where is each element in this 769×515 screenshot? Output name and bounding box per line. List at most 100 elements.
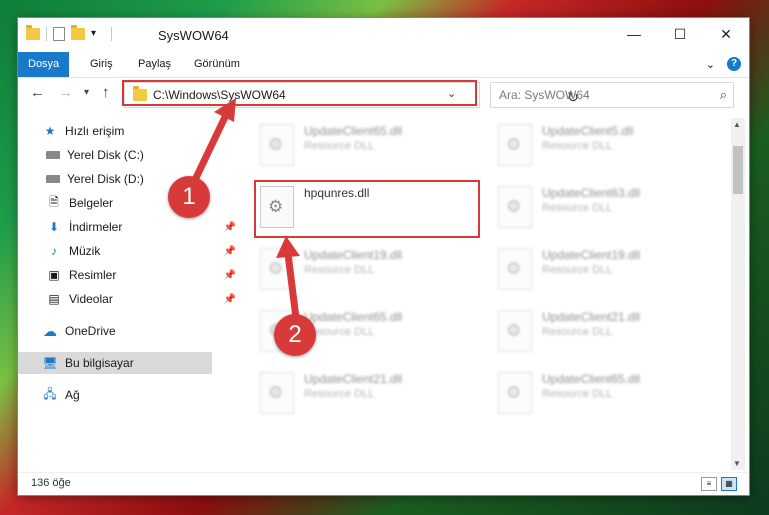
file-name: UpdateClient21.dll: [542, 310, 641, 324]
file-item[interactable]: UpdateClient21.dll Resource DLL: [492, 304, 712, 360]
help-icon[interactable]: ?: [727, 57, 741, 71]
title-bar: ▾ SysWOW64 — ☐ ✕: [18, 18, 749, 52]
computer-icon: 🖥: [42, 356, 58, 370]
file-name: UpdateClient65.dll: [542, 372, 641, 386]
drive-icon: [46, 151, 60, 159]
music-icon: ♪: [51, 244, 57, 258]
folder-icon: [26, 25, 40, 40]
dll-file-icon: [498, 310, 532, 352]
file-type: Resource DLL: [542, 388, 613, 400]
window-controls: — ☐ ✕: [611, 18, 749, 50]
video-icon: ▤: [48, 292, 60, 306]
divider: [111, 27, 112, 41]
nav-label: OneDrive: [65, 324, 116, 338]
file-item[interactable]: UpdateClient21.dll Resource DLL: [254, 366, 474, 422]
nav-item-onedrive[interactable]: ☁ OneDrive: [18, 320, 236, 342]
nav-item-downloads[interactable]: ⬇ İndirmeler 📌: [18, 216, 240, 238]
dll-file-icon: [260, 372, 294, 414]
file-name: UpdateClient65.dll: [304, 310, 403, 324]
nav-item-music[interactable]: ♪ Müzik 📌: [18, 240, 240, 262]
nav-item-videos[interactable]: ▤ Videolar 📌: [18, 288, 240, 310]
dll-file-icon: [498, 124, 532, 166]
file-item[interactable]: UpdateClient19.dll Resource DLL: [492, 242, 712, 298]
new-folder-icon[interactable]: [71, 25, 85, 40]
item-count: 136 öğe: [31, 477, 71, 489]
file-highlight-box: [254, 180, 480, 238]
nav-item-quick-access[interactable]: ★ Hızlı erişim: [18, 120, 236, 142]
nav-label: Müzik: [69, 244, 101, 258]
navigation-row: ← → ▾ ↑ C:\Windows\SysWOW64 ⌄ ↻ Ara: Sys…: [18, 78, 749, 112]
file-item[interactable]: UpdateClient65.dll Resource DLL: [492, 366, 712, 422]
dll-file-icon: [260, 248, 294, 290]
file-item[interactable]: UpdateClient19.dll Resource DLL: [254, 242, 474, 298]
network-icon: 🖧: [43, 386, 57, 401]
nav-item-disk-c[interactable]: Yerel Disk (C:): [18, 144, 240, 166]
scroll-up-icon[interactable]: ▲: [733, 120, 741, 129]
up-arrow-icon[interactable]: ↑: [102, 84, 110, 101]
download-icon: ⬇: [48, 220, 60, 234]
view-toggle: ≡ ▦: [701, 477, 737, 491]
nav-label: İndirmeler: [69, 220, 123, 234]
nav-label: Yerel Disk (C:): [67, 148, 144, 162]
quick-access-toolbar: ▾: [26, 25, 112, 41]
file-name: UpdateClient65.dll: [304, 124, 403, 138]
back-arrow-icon[interactable]: ←: [30, 84, 45, 101]
nav-item-network[interactable]: 🖧 Ağ: [18, 384, 236, 406]
tab-file[interactable]: Dosya: [18, 52, 70, 77]
nav-label: Belgeler: [69, 196, 114, 210]
window-title: SysWOW64: [158, 28, 229, 43]
search-icon[interactable]: ⌕: [720, 87, 727, 103]
tab-view[interactable]: Görünüm: [184, 52, 250, 77]
file-type: Resource DLL: [542, 326, 613, 338]
dll-file-icon: [498, 372, 532, 414]
nav-label: Videolar: [69, 292, 113, 306]
pictures-icon: ▣: [48, 268, 60, 282]
file-type: Resource DLL: [304, 140, 375, 152]
tiles-view-icon[interactable]: ▦: [721, 477, 737, 491]
details-view-icon[interactable]: ≡: [701, 477, 717, 491]
file-name: UpdateClient5.dll: [542, 124, 634, 138]
file-name: UpdateClient19.dll: [542, 248, 641, 262]
star-icon: ★: [44, 124, 56, 138]
status-bar: 136 öğe ≡ ▦: [18, 472, 749, 495]
properties-icon[interactable]: [53, 27, 65, 41]
dll-file-icon: [498, 186, 532, 228]
document-icon: 🗎: [49, 194, 59, 209]
search-placeholder[interactable]: Ara: SysWOW64: [499, 88, 590, 102]
search-box[interactable]: Ara: SysWOW64 ⌕: [490, 82, 734, 108]
close-button[interactable]: ✕: [703, 18, 749, 50]
file-item[interactable]: UpdateClient63.dll Resource DLL: [492, 180, 712, 236]
file-type: Resource DLL: [304, 264, 375, 276]
dll-file-icon: [498, 248, 532, 290]
nav-label: Hızlı erişim: [65, 124, 125, 138]
minimize-button[interactable]: —: [611, 18, 657, 50]
file-item[interactable]: UpdateClient5.dll Resource DLL: [492, 118, 712, 174]
callout-badge-2: 2: [274, 314, 316, 356]
expand-ribbon-icon[interactable]: ⌄: [706, 58, 715, 71]
forward-arrow-icon[interactable]: →: [58, 84, 73, 101]
ribbon-tabs: Dosya Giriş Paylaş Görünüm ⌄ ?: [18, 52, 749, 78]
divider: [46, 27, 47, 41]
scroll-thumb[interactable]: [733, 146, 743, 194]
tab-share[interactable]: Paylaş: [128, 52, 181, 77]
file-item[interactable]: UpdateClient65.dll Resource DLL: [254, 118, 474, 174]
callout-badge-1: 1: [168, 176, 210, 218]
nav-label: Bu bilgisayar: [65, 356, 134, 370]
nav-item-pictures[interactable]: ▣ Resimler 📌: [18, 264, 240, 286]
tab-home[interactable]: Giriş: [80, 52, 123, 77]
nav-item-this-pc[interactable]: 🖥 Bu bilgisayar: [18, 352, 212, 374]
file-type: Resource DLL: [304, 388, 375, 400]
navigation-pane: ★ Hızlı erişim Yerel Disk (C:) Yerel Dis…: [18, 118, 236, 468]
explorer-window: ▾ SysWOW64 — ☐ ✕ Dosya Giriş Paylaş Görü…: [18, 18, 749, 495]
file-name: UpdateClient21.dll: [304, 372, 403, 386]
nav-label: Ağ: [65, 388, 80, 402]
file-name: UpdateClient19.dll: [304, 248, 403, 262]
recent-locations-icon[interactable]: ▾: [84, 87, 89, 98]
cloud-icon: ☁: [43, 322, 57, 339]
customize-toolbar-icon[interactable]: ▾: [91, 28, 105, 40]
file-name: UpdateClient63.dll: [542, 186, 641, 200]
dll-file-icon: [260, 124, 294, 166]
maximize-button[interactable]: ☐: [657, 18, 703, 50]
scroll-down-icon[interactable]: ▼: [733, 459, 741, 468]
vertical-scrollbar[interactable]: ▲ ▼: [731, 118, 745, 470]
